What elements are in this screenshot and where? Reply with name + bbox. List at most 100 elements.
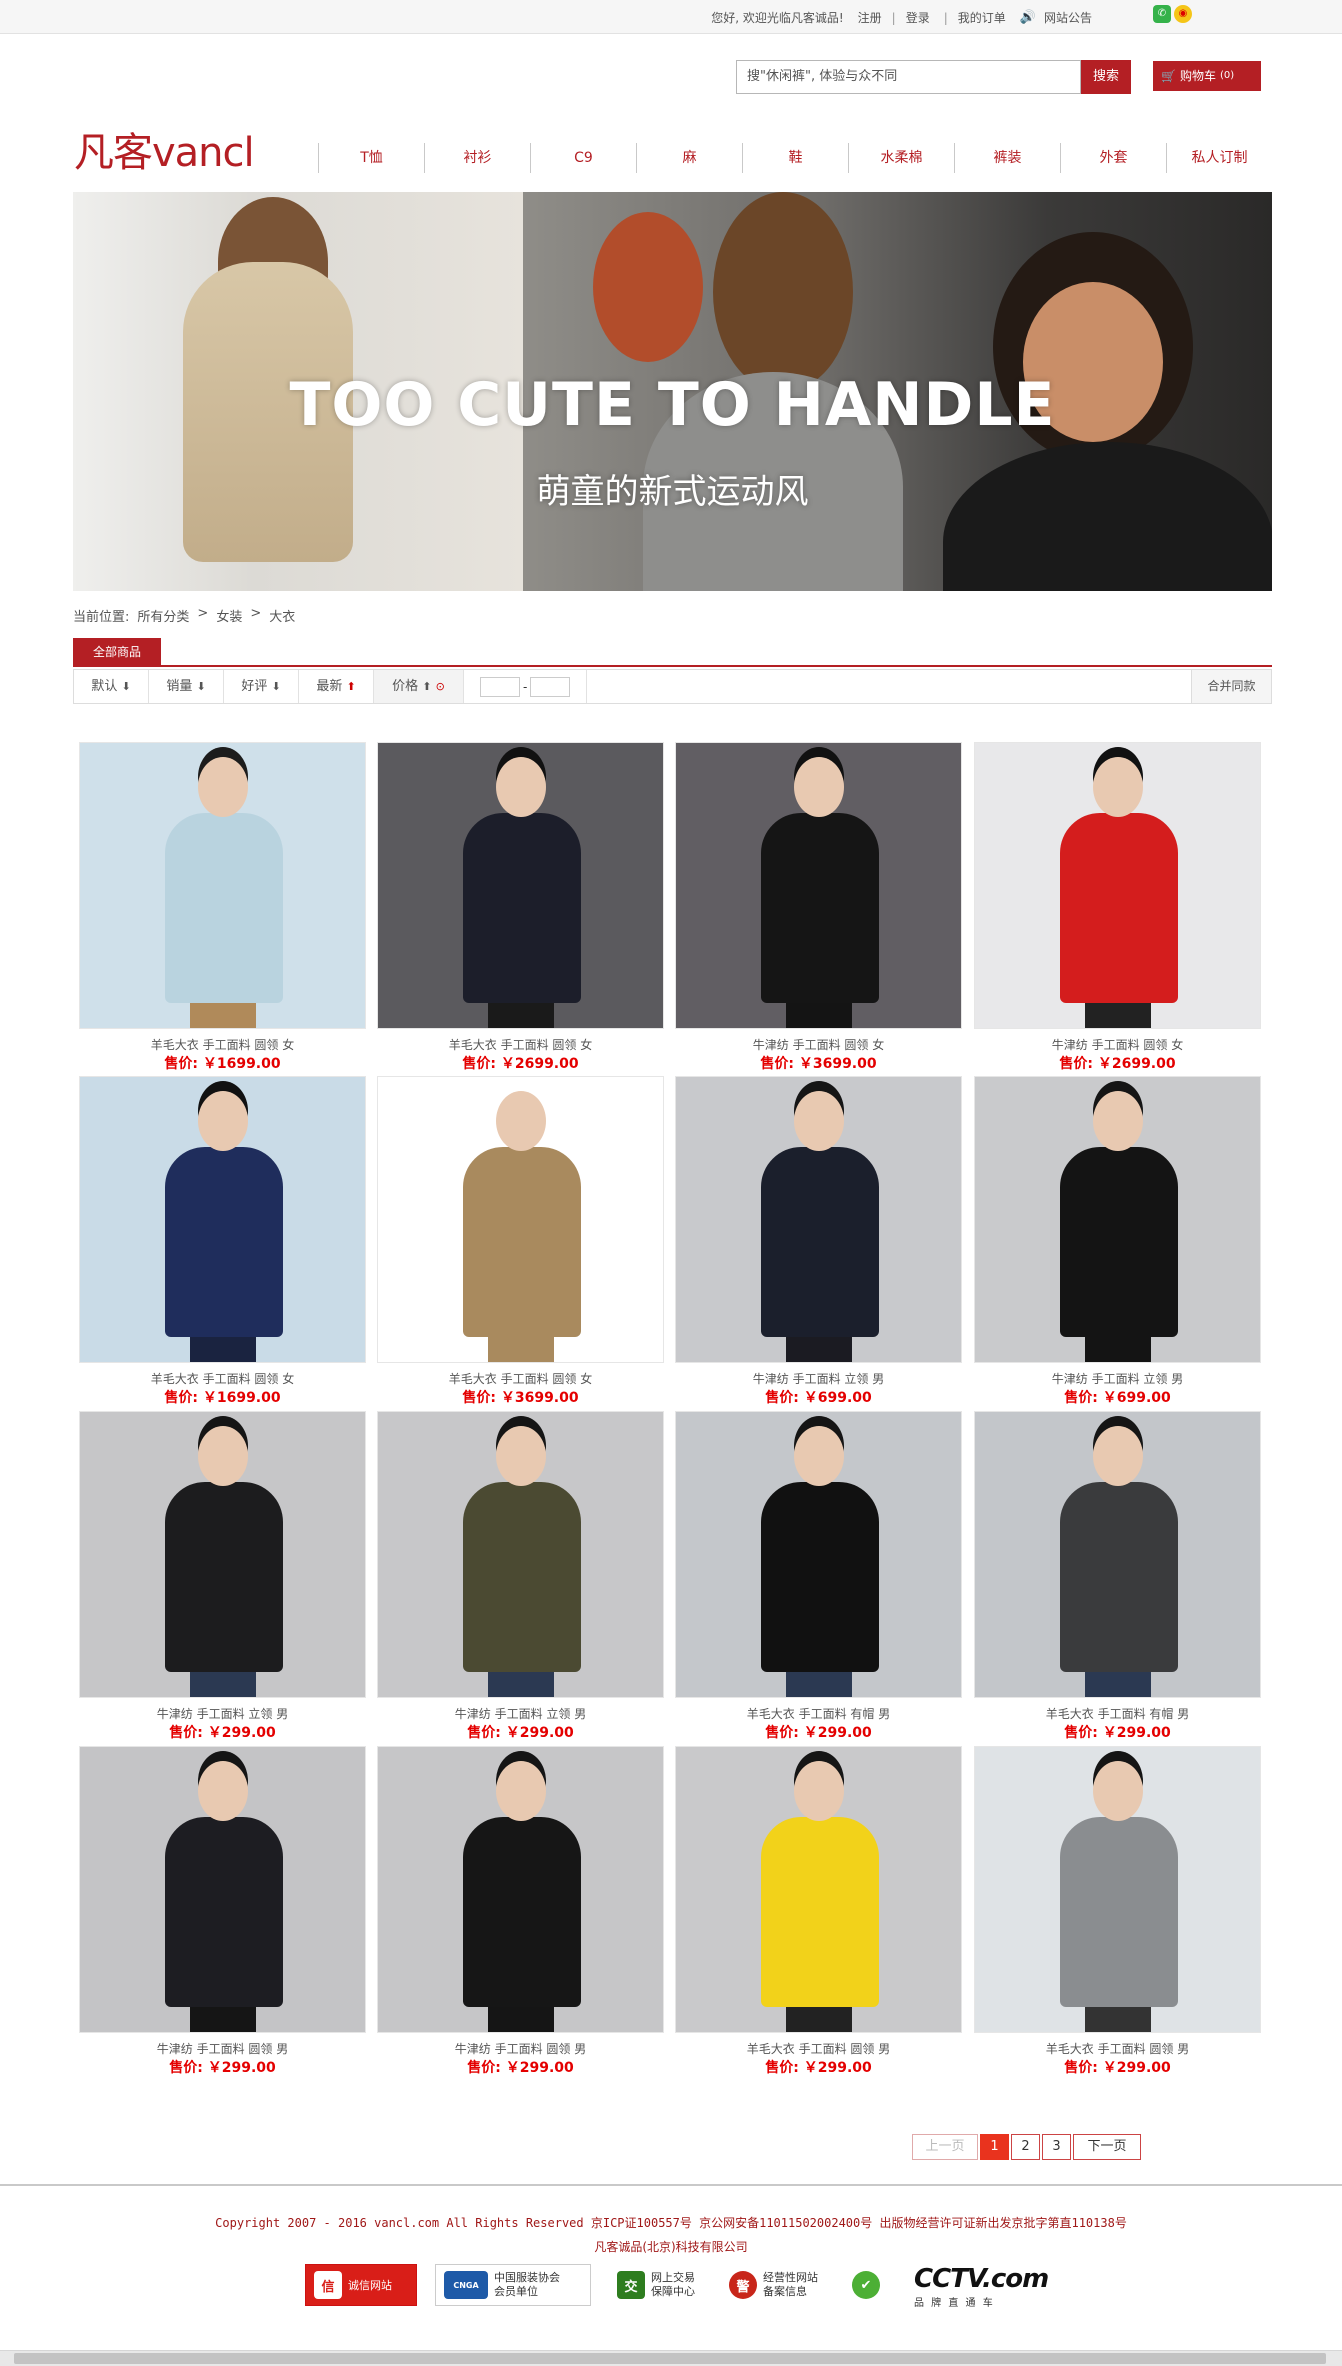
separator: | (891, 10, 896, 25)
nav-item[interactable]: 衬衫 (424, 143, 530, 173)
product-image[interactable] (377, 1746, 664, 2033)
nav-item[interactable]: 私人订制 (1166, 143, 1272, 173)
product-card[interactable]: 羊毛大衣 手工面料 圆领 女售价: ￥1699.00 (79, 1076, 366, 1407)
product-card[interactable]: 牛津纺 手工面料 圆领 男售价: ￥299.00 (79, 1746, 366, 2077)
product-title[interactable]: 羊毛大衣 手工面料 圆领 女 (377, 1037, 664, 1053)
product-card[interactable]: 牛津纺 手工面料 圆领 男售价: ￥299.00 (377, 1746, 664, 2077)
next-page-button[interactable]: 下一页 (1073, 2134, 1141, 2160)
product-card[interactable]: 羊毛大衣 手工面料 圆领 男售价: ￥299.00 (974, 1746, 1261, 2077)
vancl-logo[interactable]: 凡客vancl (74, 128, 255, 178)
product-card[interactable]: 羊毛大衣 手工面料 圆领 男售价: ￥299.00 (675, 1746, 962, 2077)
product-title[interactable]: 羊毛大衣 手工面料 有帽 男 (974, 1706, 1261, 1722)
cctv-badge[interactable]: CCTV.com 品 牌 直 通 车 (906, 2264, 1056, 2309)
product-image[interactable] (377, 742, 664, 1029)
product-title[interactable]: 牛津纺 手工面料 圆领 男 (79, 2041, 366, 2057)
breadcrumb-link[interactable]: 所有分类 (137, 606, 189, 625)
product-title[interactable]: 牛津纺 手工面料 立领 男 (675, 1371, 962, 1387)
banner-headline: TOO CUTE TO HANDLE (289, 370, 1056, 440)
nav-item[interactable]: T恤 (318, 143, 424, 173)
police-record-badge[interactable]: 警 经营性网站 备案信息 (721, 2264, 826, 2306)
product-image[interactable] (377, 1076, 664, 1363)
merge-same-button[interactable]: 合并同款 (1191, 670, 1271, 703)
wechat-icon[interactable]: ✆ (1153, 5, 1171, 23)
trade-guarantee-badge[interactable]: 交 网上交易 保障中心 (609, 2264, 703, 2306)
login-link[interactable]: 登录 (906, 9, 930, 26)
page-number-button[interactable]: 3 (1042, 2134, 1071, 2160)
nav-item[interactable]: C9 (530, 143, 636, 173)
cnga-text: 中国服装协会 会员单位 (494, 2271, 560, 2299)
product-card[interactable]: 羊毛大衣 手工面料 圆领 女售价: ￥3699.00 (377, 1076, 664, 1407)
breadcrumb-link[interactable]: 女装 (216, 606, 242, 625)
sort-default[interactable]: 默认 ⬇ (74, 670, 149, 703)
product-title[interactable]: 羊毛大衣 手工面料 有帽 男 (675, 1706, 962, 1722)
product-image[interactable] (79, 1746, 366, 2033)
sort-sales[interactable]: 销量 ⬇ (149, 670, 224, 703)
promo-banner[interactable]: TOO CUTE TO HANDLE 萌童的新式运动风 (73, 192, 1272, 591)
breadcrumb-link[interactable]: 大衣 (269, 606, 295, 625)
nav-item[interactable]: 鞋 (742, 143, 848, 173)
register-link[interactable]: 注册 (858, 9, 882, 26)
product-title[interactable]: 牛津纺 手工面料 圆领 男 (377, 2041, 664, 2057)
nav-item[interactable]: 水柔棉 (848, 143, 954, 173)
page-number-button[interactable]: 1 (980, 2134, 1009, 2160)
green-shield-badge[interactable]: ✔ (844, 2264, 888, 2306)
product-card[interactable]: 牛津纺 手工面料 圆领 女售价: ￥2699.00 (974, 742, 1261, 1073)
nav-item[interactable]: 麻 (636, 143, 742, 173)
product-image[interactable] (974, 742, 1261, 1029)
product-image[interactable] (974, 1076, 1261, 1363)
weibo-icon[interactable]: ◉ (1174, 5, 1192, 23)
cart-button[interactable]: 🛒 购物车 (0) (1153, 61, 1261, 91)
sort-price[interactable]: 价格 ⬆ ⊙ (374, 670, 464, 703)
product-title[interactable]: 羊毛大衣 手工面料 圆领 女 (377, 1371, 664, 1387)
horizontal-scrollbar[interactable] (0, 2350, 1342, 2366)
search-button[interactable]: 搜索 (1081, 60, 1131, 94)
product-card[interactable]: 羊毛大衣 手工面料 圆领 女售价: ￥1699.00 (79, 742, 366, 1073)
scrollbar-thumb[interactable] (14, 2353, 1326, 2364)
product-image[interactable] (377, 1411, 664, 1698)
product-image[interactable] (675, 1746, 962, 2033)
product-title[interactable]: 牛津纺 手工面料 立领 男 (974, 1371, 1261, 1387)
product-image[interactable] (79, 742, 366, 1029)
model-head (496, 1091, 546, 1151)
product-title[interactable]: 羊毛大衣 手工面料 圆领 男 (675, 2041, 962, 2057)
model-head (198, 1426, 248, 1486)
product-card[interactable]: 羊毛大衣 手工面料 有帽 男售价: ￥299.00 (675, 1411, 962, 1742)
product-title[interactable]: 牛津纺 手工面料 立领 男 (79, 1706, 366, 1722)
product-title[interactable]: 牛津纺 手工面料 圆领 女 (675, 1037, 962, 1053)
product-card[interactable]: 羊毛大衣 手工面料 有帽 男售价: ￥299.00 (974, 1411, 1261, 1742)
sort-rating[interactable]: 好评 ⬇ (224, 670, 299, 703)
cnga-badge[interactable]: CNGA 中国服装协会 会员单位 (435, 2264, 591, 2306)
product-title[interactable]: 羊毛大衣 手工面料 圆领 男 (974, 2041, 1261, 2057)
product-title[interactable]: 牛津纺 手工面料 立领 男 (377, 1706, 664, 1722)
tab-all-products[interactable]: 全部商品 (73, 638, 161, 667)
price-max-input[interactable] (530, 676, 571, 697)
product-card[interactable]: 牛津纺 手工面料 立领 男售价: ￥699.00 (675, 1076, 962, 1407)
product-image[interactable] (675, 1076, 962, 1363)
product-title[interactable]: 牛津纺 手工面料 圆领 女 (974, 1037, 1261, 1053)
product-image[interactable] (79, 1411, 366, 1698)
product-image[interactable] (79, 1076, 366, 1363)
product-card[interactable]: 牛津纺 手工面料 圆领 女售价: ￥3699.00 (675, 742, 962, 1073)
product-title[interactable]: 羊毛大衣 手工面料 圆领 女 (79, 1371, 366, 1387)
my-orders-link[interactable]: 我的订单 (958, 9, 1006, 26)
site-notice-link[interactable]: 网站公告 (1044, 9, 1092, 26)
product-card[interactable]: 牛津纺 手工面料 立领 男售价: ￥299.00 (79, 1411, 366, 1742)
nav-item[interactable]: 裤装 (954, 143, 1060, 173)
sort-newest[interactable]: 最新 ⬆ (299, 670, 374, 703)
product-card[interactable]: 羊毛大衣 手工面料 圆领 女售价: ￥2699.00 (377, 742, 664, 1073)
product-image[interactable] (675, 1411, 962, 1698)
credit-site-badge[interactable]: 信 诚信网站 (305, 2264, 417, 2306)
nav-item[interactable]: 外套 (1060, 143, 1166, 173)
page-number-button[interactable]: 2 (1011, 2134, 1040, 2160)
model-coat (463, 1147, 581, 1337)
product-image[interactable] (675, 742, 962, 1029)
product-card[interactable]: 牛津纺 手工面料 立领 男售价: ￥699.00 (974, 1076, 1261, 1407)
price-min-input[interactable] (480, 676, 520, 697)
product-image[interactable] (974, 1411, 1261, 1698)
prev-page-button[interactable]: 上一页 (912, 2134, 978, 2160)
sort-default-label: 默认 (91, 679, 118, 694)
product-card[interactable]: 牛津纺 手工面料 立领 男售价: ￥299.00 (377, 1411, 664, 1742)
search-input[interactable]: 搜"休闲裤", 体验与众不同 (736, 60, 1081, 94)
product-title[interactable]: 羊毛大衣 手工面料 圆领 女 (79, 1037, 366, 1053)
product-image[interactable] (974, 1746, 1261, 2033)
